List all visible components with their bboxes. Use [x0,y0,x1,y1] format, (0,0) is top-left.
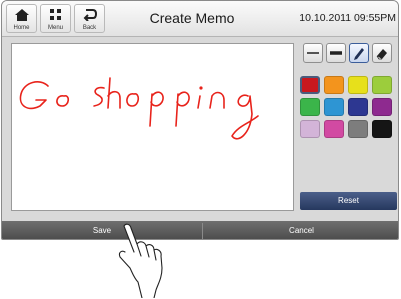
date-time: 10.10.2011 09:55PM [299,12,396,24]
device-screen: Home Menu Back Create Memo 10.10.2011 09… [1,0,399,240]
home-icon [15,9,29,21]
color-swatch[interactable] [300,98,320,116]
menu-grid-icon [50,9,61,20]
eraser-icon [376,49,387,60]
back-label: Back [82,25,97,31]
color-swatch[interactable] [372,76,392,94]
menu-label: Menu [47,25,63,31]
pen-icon [354,48,364,60]
page-title: Create Memo [149,10,235,26]
pen-tool-button[interactable] [349,43,369,63]
color-swatch[interactable] [300,120,320,138]
thick-line-tool-button[interactable] [326,43,346,63]
color-swatch[interactable] [372,120,392,138]
eraser-tool-button[interactable] [372,43,392,63]
bottom-bar: Save Cancel [2,221,398,239]
color-swatch[interactable] [348,98,368,116]
color-swatch[interactable] [372,98,392,116]
color-swatch[interactable] [324,76,344,94]
cancel-button[interactable]: Cancel [203,221,398,239]
hand-pointer-icon [118,223,163,298]
color-swatch[interactable] [348,76,368,94]
home-label: Home [13,25,30,31]
thin-line-icon [307,52,319,54]
back-arrow-icon [83,9,97,21]
back-button[interactable]: Back [74,4,105,33]
home-button[interactable]: Home [6,4,37,33]
color-swatch[interactable] [348,120,368,138]
thin-line-tool-button[interactable] [303,43,323,63]
top-bar: Home Menu Back Create Memo 10.10.2011 09… [2,1,398,37]
thick-line-icon [330,51,342,55]
color-swatch[interactable] [300,76,320,94]
reset-button[interactable]: Reset [300,192,397,210]
menu-button[interactable]: Menu [40,4,71,33]
color-swatch[interactable] [324,120,344,138]
drawing-canvas[interactable] [11,43,294,211]
color-swatch[interactable] [324,98,344,116]
handwriting-image [19,77,259,140]
